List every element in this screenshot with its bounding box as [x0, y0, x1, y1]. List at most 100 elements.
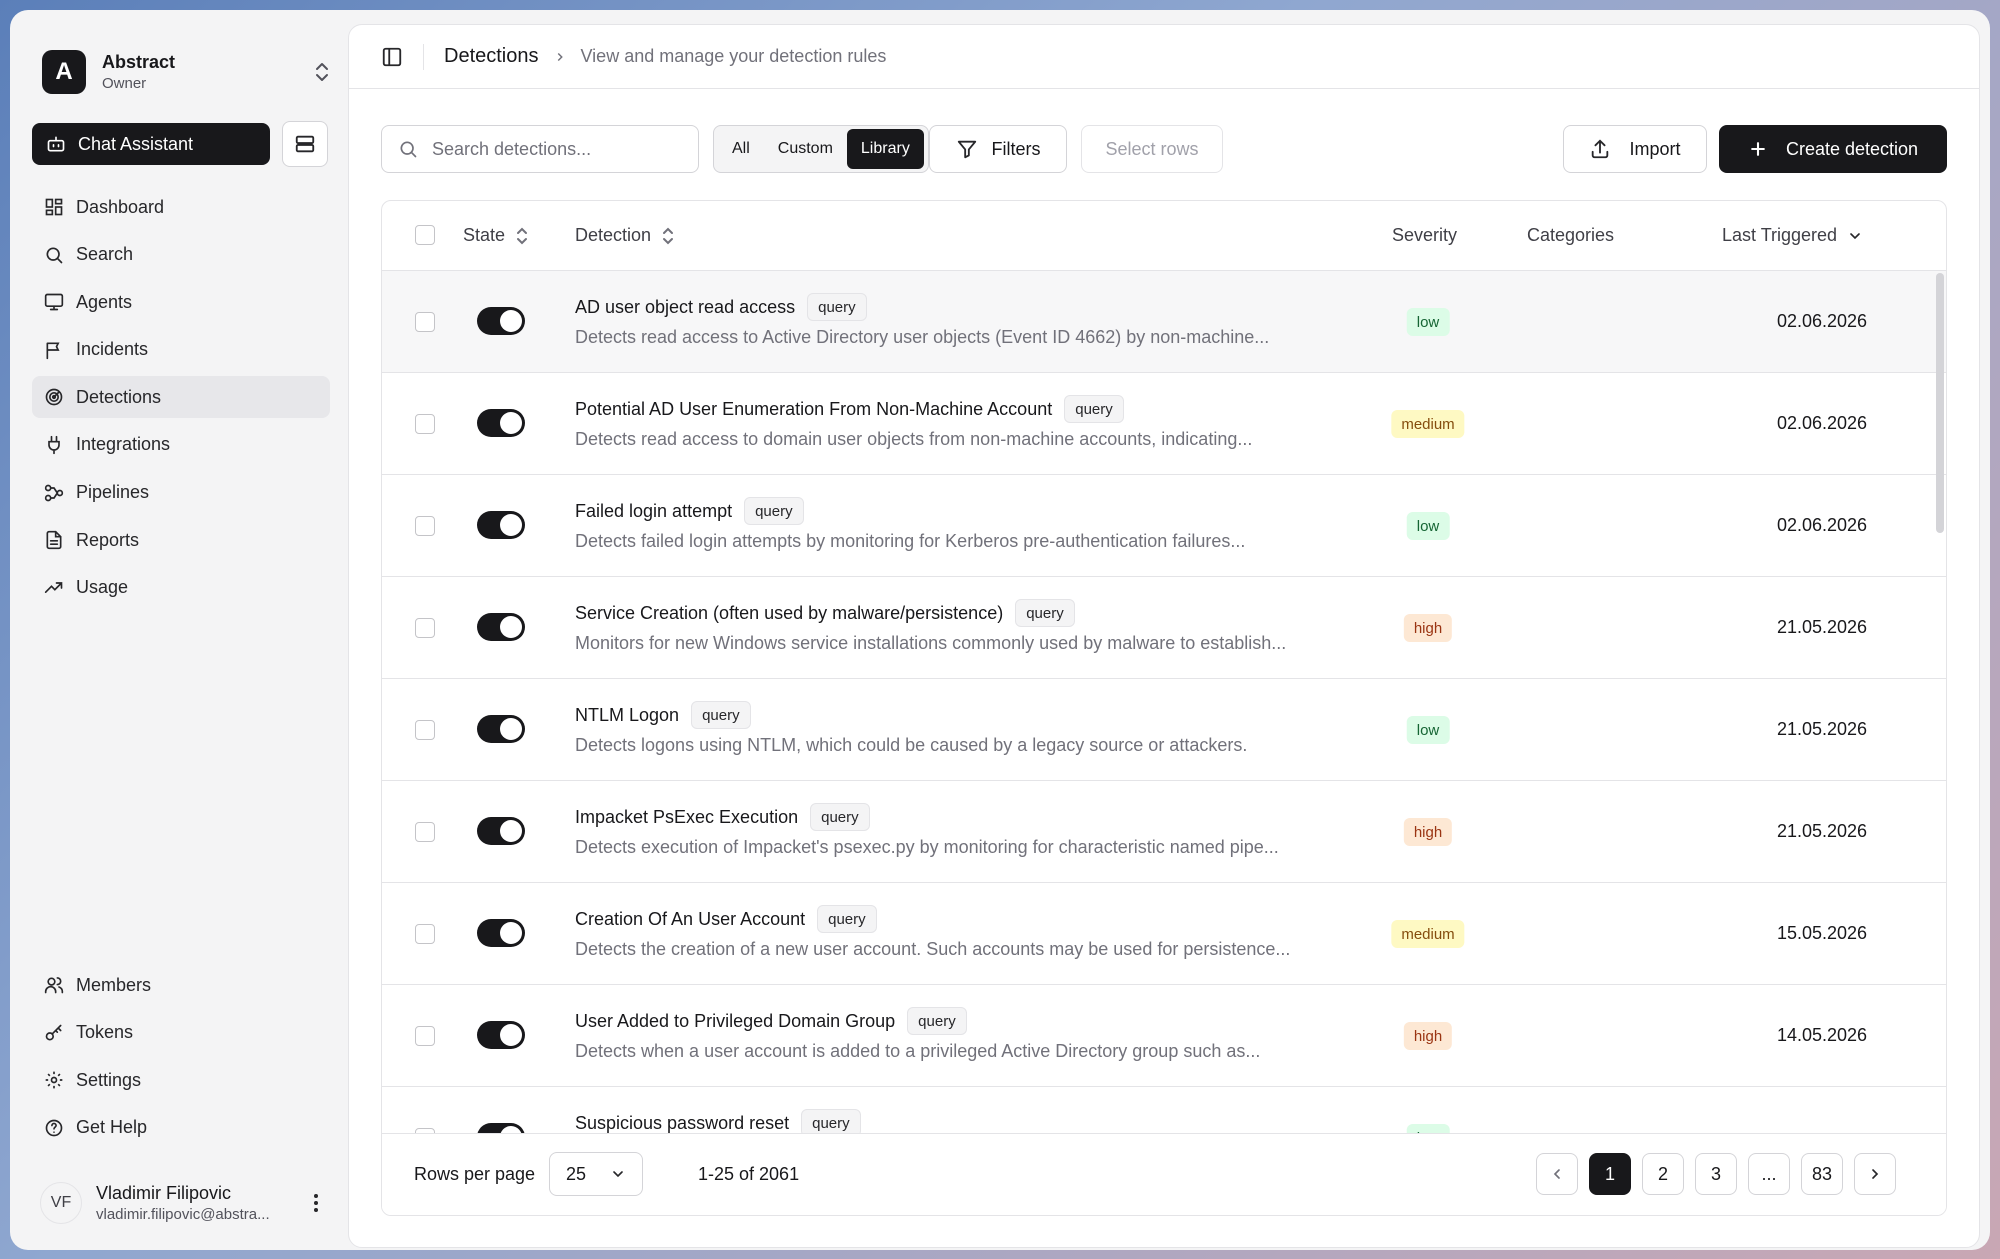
search-input[interactable]	[432, 138, 682, 160]
detection-title: Creation Of An User Account	[575, 908, 806, 929]
app-window: A Abstract Owner Chat Assistant Dashboar…	[10, 10, 1990, 1250]
table-row[interactable]: Impacket PsExec Execution query Detects ex…	[382, 781, 1946, 883]
sidebar-item-reports[interactable]: Reports	[32, 519, 330, 561]
vertical-scrollbar[interactable]	[1936, 273, 1944, 533]
sidebar-item-members[interactable]: Members	[32, 964, 330, 1006]
detection-title-wrap: Potential AD User Enumeration From Non-M…	[575, 395, 1124, 423]
severity-badge: medium	[1391, 410, 1465, 438]
state-toggle[interactable]	[477, 409, 525, 437]
select-all-checkbox[interactable]	[415, 225, 435, 245]
prev-page-button[interactable]	[1536, 1153, 1578, 1195]
tab-library[interactable]: Library	[846, 129, 924, 169]
table-row[interactable]: Service Creation (often used by malware/…	[382, 577, 1946, 679]
column-state[interactable]: State	[463, 225, 529, 246]
last-triggered-date: 21.05.2026	[1776, 821, 1868, 841]
import-button[interactable]: Import	[1563, 125, 1707, 173]
user-profile[interactable]: VF Vladimir Filipovic vladimir.filipovic…	[40, 1172, 336, 1234]
table-row[interactable]: Failed login attempt query Detects failed …	[382, 475, 1946, 577]
column-last-triggered[interactable]: Last Triggered	[1722, 225, 1863, 246]
sidebar-item-pipelines[interactable]: Pipelines	[32, 472, 330, 514]
sidebar-item-label: Settings	[76, 1069, 142, 1090]
chevron-left-icon	[1553, 1169, 1560, 1179]
layout-toggle-button[interactable]	[282, 121, 328, 167]
detection-type-tag: query	[817, 905, 877, 933]
rows-per-page-select[interactable]: 25	[549, 1152, 643, 1196]
page-button-2[interactable]: 2	[1642, 1153, 1684, 1195]
table-row[interactable]: NTLM Logon query Detects logons using NTLM…	[382, 679, 1946, 781]
search-box[interactable]	[381, 125, 699, 173]
table-row[interactable]: AD user object read access query Detects r…	[382, 271, 1946, 373]
tab-custom[interactable]: Custom	[764, 129, 847, 169]
users-icon	[44, 977, 64, 994]
more-vertical-icon[interactable]	[306, 1192, 326, 1214]
rows-per-page-label: Rows per page	[414, 1164, 536, 1184]
sidebar-item-label: Pipelines	[76, 482, 150, 503]
page-button-1[interactable]: 1	[1589, 1153, 1631, 1195]
row-checkbox[interactable]	[415, 618, 435, 638]
sidebar-item-detections[interactable]: Detections	[32, 376, 330, 419]
detection-title-wrap: Service Creation (often used by malware/…	[575, 599, 1075, 627]
sidebar-item-label: Incidents	[76, 339, 149, 360]
chat-assistant-button[interactable]: Chat Assistant	[32, 123, 270, 165]
row-checkbox[interactable]	[415, 1026, 435, 1046]
sidebar-item-get-help[interactable]: Get Help	[32, 1107, 330, 1149]
state-toggle[interactable]	[477, 511, 525, 539]
row-checkbox[interactable]	[415, 720, 435, 740]
filters-button[interactable]: Filters	[929, 125, 1067, 173]
state-toggle[interactable]	[477, 613, 525, 641]
sidebar-item-label: Get Help	[76, 1117, 148, 1138]
sidebar-item-integrations[interactable]: Integrations	[32, 424, 330, 466]
select-rows-button[interactable]: Select rows	[1081, 125, 1223, 173]
next-page-button[interactable]	[1854, 1153, 1896, 1195]
create-detection-button[interactable]: Create detection	[1719, 125, 1947, 173]
row-checkbox[interactable]	[415, 516, 435, 536]
table-row[interactable]: Creation Of An User Account query Detects …	[382, 883, 1946, 985]
sidebar-item-label: Usage	[76, 577, 129, 598]
detection-type-tag: query	[691, 701, 751, 729]
row-checkbox[interactable]	[415, 312, 435, 332]
detection-description: Detects read access to Active Directory …	[575, 327, 1270, 347]
detection-description: Detects the creation of a new user accou…	[575, 939, 1291, 959]
dashboard-icon	[45, 198, 63, 216]
last-triggered-date: 21.05.2026	[1776, 617, 1868, 637]
detection-title-wrap: Impacket PsExec Execution query	[575, 803, 870, 831]
tab-all[interactable]: All	[718, 129, 764, 169]
page-button-3[interactable]: 3	[1695, 1153, 1737, 1195]
trending-up-icon	[44, 581, 63, 593]
plug-icon	[48, 435, 60, 455]
sidebar-item-incidents[interactable]: Incidents	[32, 329, 330, 371]
table-row[interactable]: User Added to Privileged Domain Group que…	[382, 985, 1946, 1087]
state-toggle[interactable]	[477, 307, 525, 335]
state-toggle[interactable]	[477, 817, 525, 845]
chevron-right-icon	[557, 52, 563, 61]
sidebar-item-dashboard[interactable]: Dashboard	[32, 186, 330, 228]
sidebar-item-search[interactable]: Search	[32, 234, 330, 276]
detection-description: Detects when a user account is added to …	[575, 1041, 1261, 1061]
sidebar-item-agents[interactable]: Agents	[32, 281, 330, 323]
help-circle-icon	[45, 1119, 63, 1137]
state-toggle[interactable]	[477, 1021, 525, 1049]
last-triggered-date: 02.06.2026	[1776, 515, 1868, 535]
detection-description: Detects failed login attempts by monitor…	[575, 531, 1246, 551]
row-checkbox[interactable]	[415, 924, 435, 944]
table-row[interactable]: Potential AD User Enumeration From Non-M…	[382, 373, 1946, 475]
sidebar-item-usage[interactable]: Usage	[32, 567, 330, 609]
state-toggle[interactable]	[477, 919, 525, 947]
filters-label: Filters	[991, 138, 1041, 159]
chevron-down-icon	[613, 1171, 623, 1178]
row-checkbox[interactable]	[415, 822, 435, 842]
state-toggle[interactable]	[477, 715, 525, 743]
row-checkbox[interactable]	[415, 414, 435, 434]
column-detection[interactable]: Detection	[575, 225, 675, 246]
page-button-last[interactable]: 83	[1801, 1153, 1843, 1195]
page-description: View and manage your detection rules	[580, 46, 887, 66]
sidebar-item-tokens[interactable]: Tokens	[32, 1012, 330, 1054]
sidebar-toggle-icon[interactable]	[381, 46, 403, 68]
layout-rows-icon	[295, 135, 315, 153]
detection-title-wrap: Failed login attempt query	[575, 497, 804, 525]
detection-title-wrap: Creation Of An User Account query	[575, 905, 877, 933]
table-row[interactable]: Suspicious password resetquerylow	[382, 1087, 1946, 1135]
org-switcher[interactable]: A Abstract Owner	[42, 44, 342, 100]
table-footer: Rows per page 25 1-25 of 2061 1 2 3 ... …	[382, 1133, 1946, 1215]
sidebar-item-settings[interactable]: Settings	[32, 1059, 330, 1101]
